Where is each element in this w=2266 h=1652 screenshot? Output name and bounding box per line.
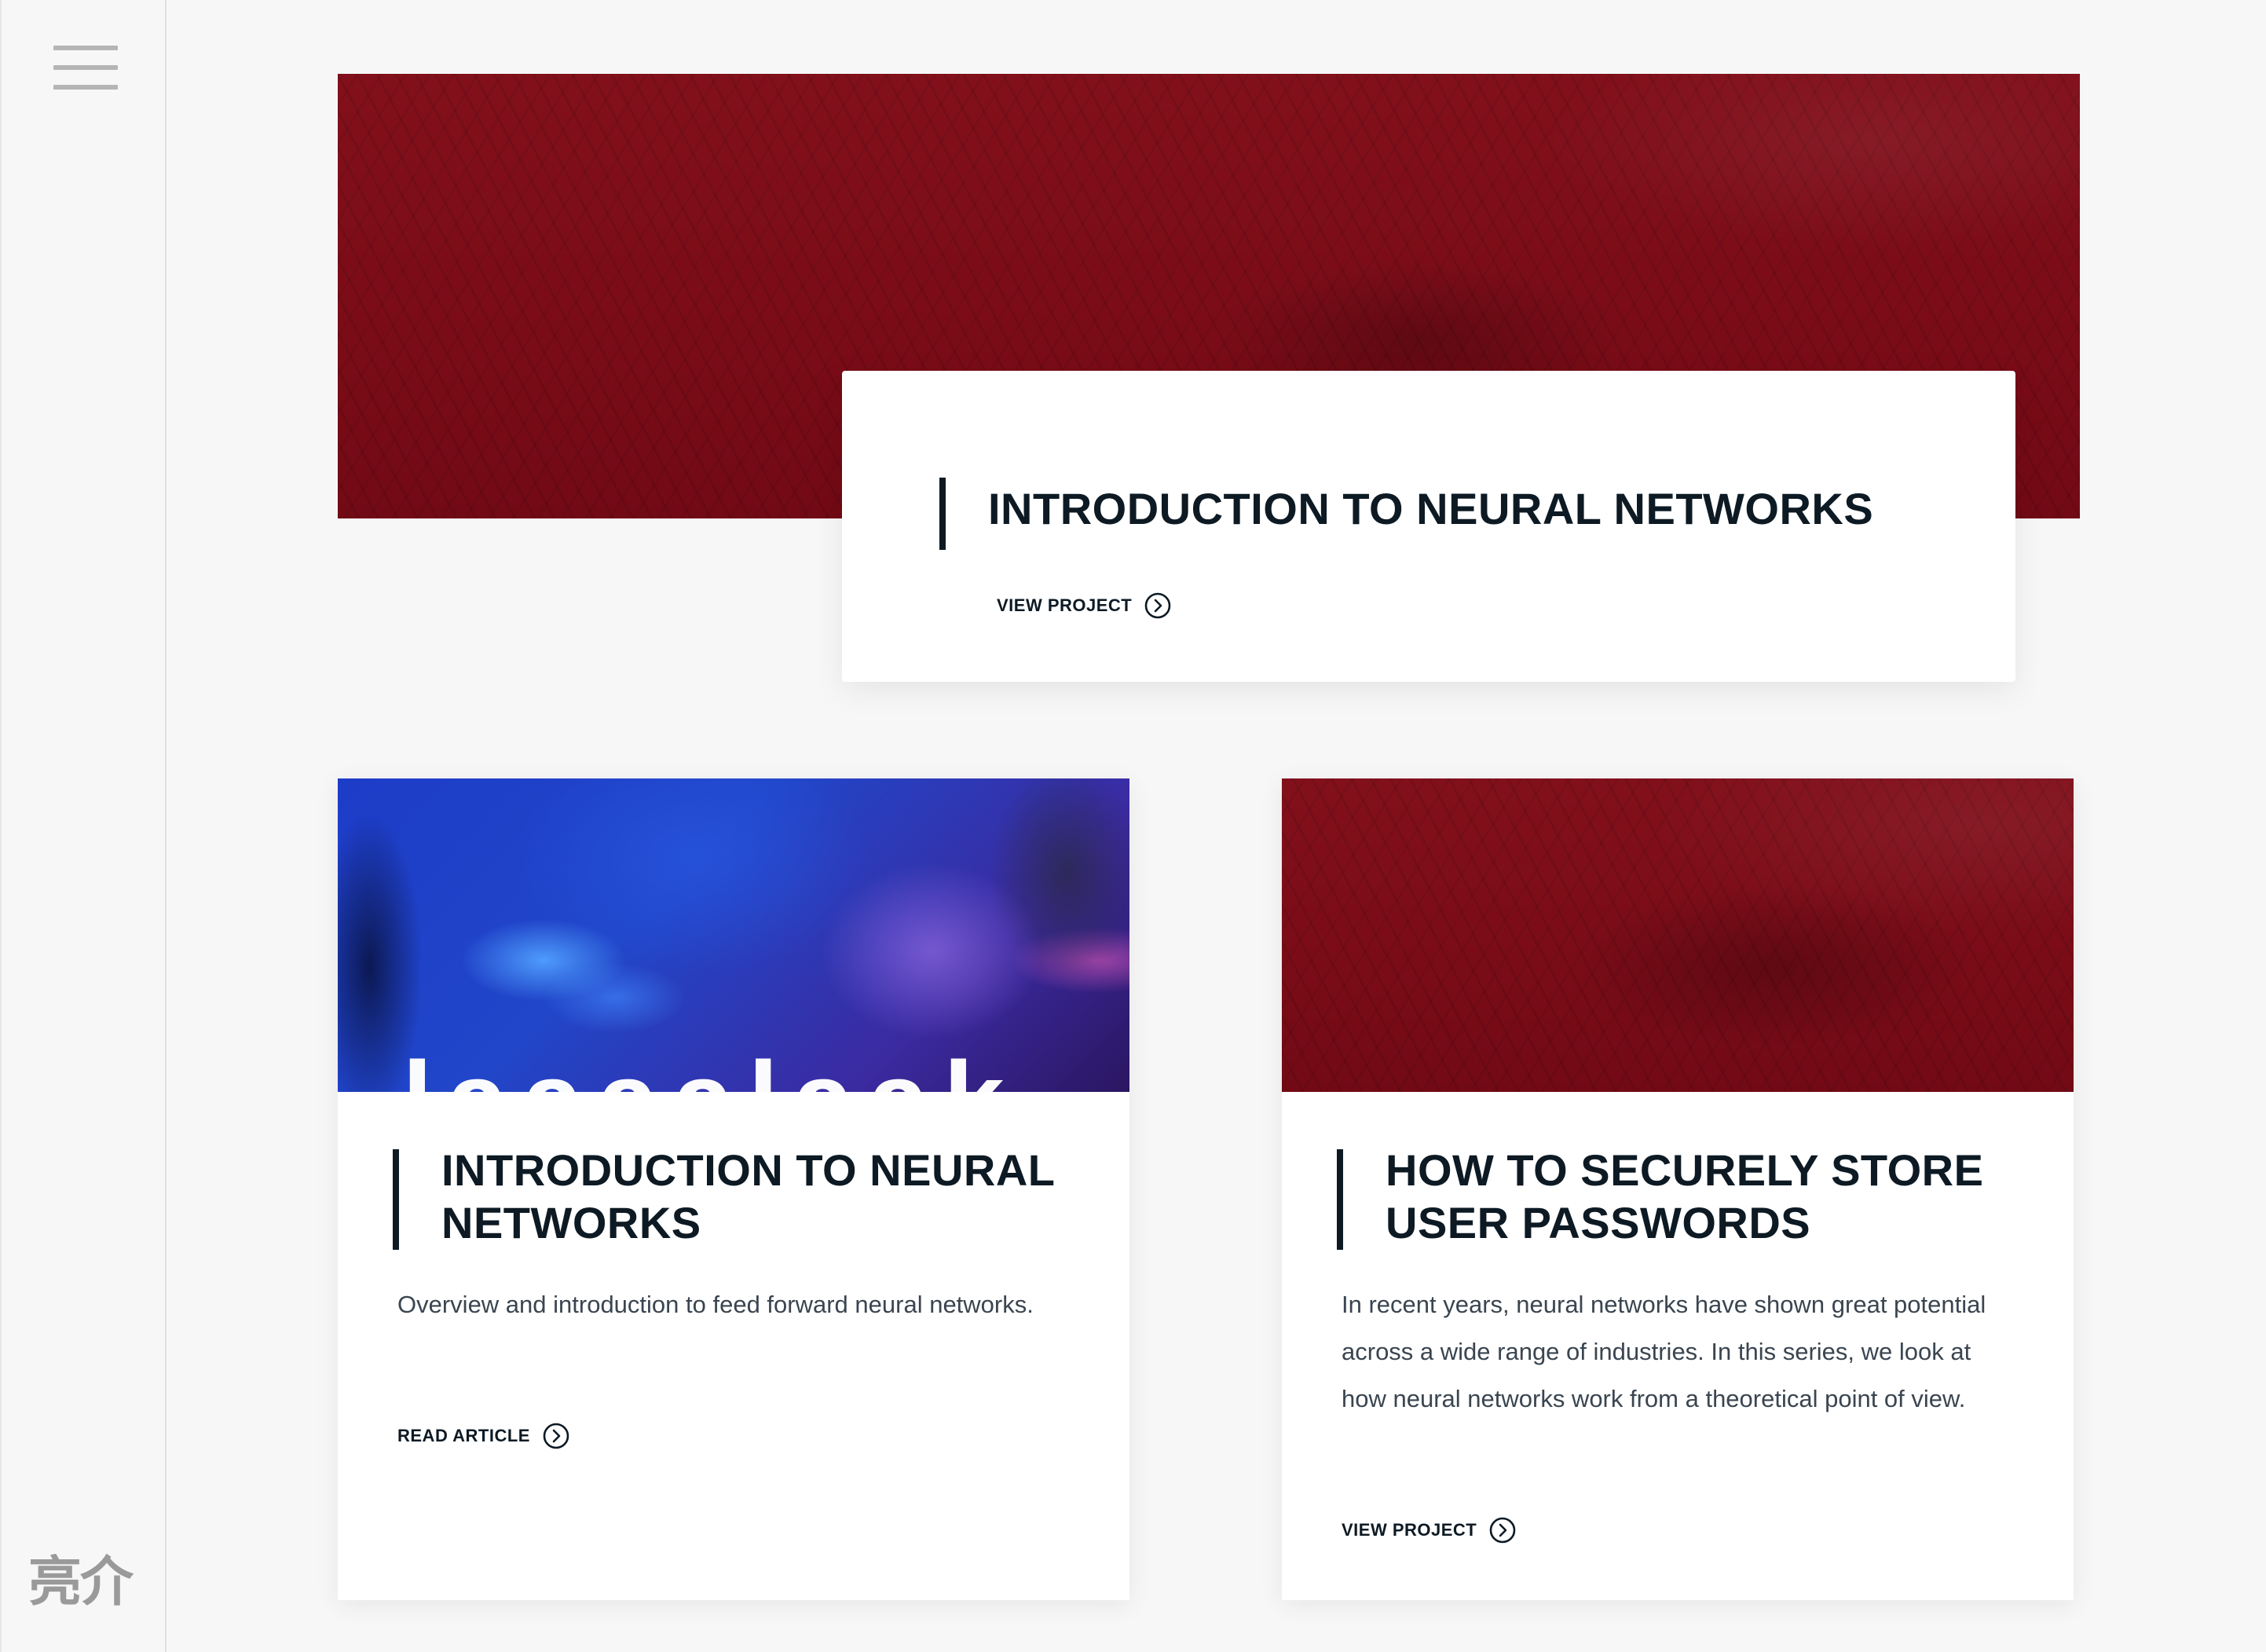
view-project-link[interactable]: VIEW PROJECT (1342, 1517, 1516, 1544)
view-project-label: VIEW PROJECT (997, 595, 1133, 615)
read-article-label: READ ARTICLE (397, 1426, 530, 1445)
card-image (1282, 778, 2074, 1092)
logo[interactable]: 亮介 (28, 1551, 146, 1614)
card-description: In recent years, neural networks have sh… (1342, 1291, 1986, 1412)
menu-line (53, 85, 118, 90)
card-description: Overview and introduction to feed forwar… (397, 1291, 1034, 1318)
article-card[interactable]: laaaalaak INTRODUCTION TO NEURAL NETWORK… (338, 778, 1129, 1600)
title-accent-bar (1337, 1149, 1343, 1250)
view-project-label: VIEW PROJECT (1342, 1520, 1477, 1540)
view-project-link[interactable]: VIEW PROJECT (997, 592, 1171, 619)
hero-title: INTRODUCTION TO NEURAL NETWORKS (988, 484, 1874, 533)
read-article-link[interactable]: READ ARTICLE (397, 1423, 569, 1449)
circle-chevron-right-icon (1144, 592, 1171, 619)
hamburger-menu-icon[interactable] (53, 44, 118, 94)
hero-card: INTRODUCTION TO NEURAL NETWORKS VIEW PRO… (842, 371, 2015, 682)
title-accent-bar (939, 478, 946, 550)
menu-line (53, 65, 118, 70)
sidebar: 亮介 (0, 0, 167, 1652)
card-title: INTRODUCTION TO NEURAL NETWORKS (441, 1145, 1055, 1247)
menu-line (53, 46, 118, 50)
title-accent-bar (393, 1149, 399, 1250)
card-title: HOW TO SECURELY STORE USER PASSWORDS (1386, 1145, 1984, 1247)
card-image-text: laaaalaak (402, 1046, 1019, 1093)
circle-chevron-right-icon (543, 1423, 569, 1449)
project-card[interactable]: HOW TO SECURELY STORE USER PASSWORDS In … (1282, 778, 2074, 1600)
circle-chevron-right-icon (1489, 1517, 1516, 1544)
card-image: laaaalaak (338, 778, 1129, 1092)
